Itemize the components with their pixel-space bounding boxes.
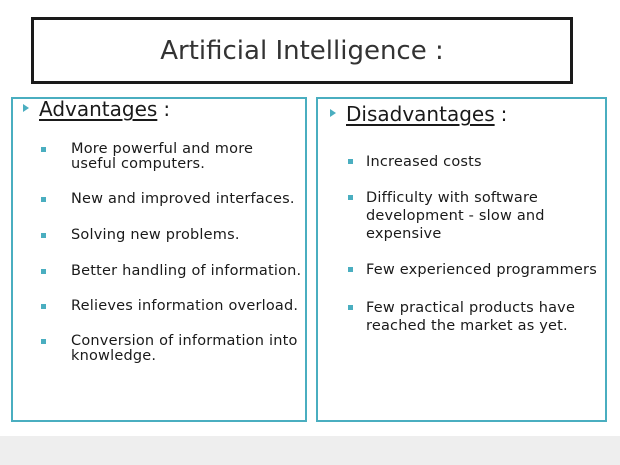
square-bullet-icon [41, 233, 46, 238]
list-item-text: Solving new problems. [71, 227, 240, 243]
list-item-text: Difficulty with software development - s… [366, 190, 545, 242]
disadvantages-heading: Disadvantages : [330, 102, 507, 126]
list-item-text: Few practical products have reached the … [366, 300, 576, 334]
advantages-heading-text: Advantages [39, 97, 158, 121]
advantages-panel: Advantages : More powerful and more usef… [11, 97, 307, 422]
arrow-bullet-icon [23, 104, 29, 112]
list-item: Few practical products have reached the … [348, 299, 598, 335]
square-bullet-icon [41, 147, 46, 152]
list-item-text: New and improved interfaces. [71, 191, 295, 207]
list-item: More powerful and more useful computers. [41, 142, 303, 172]
advantages-heading-colon: : [163, 97, 171, 121]
list-item: Few experienced programmers [348, 261, 598, 279]
square-bullet-icon [348, 159, 353, 164]
list-item-text: Few experienced programmers [366, 262, 597, 278]
list-item: Conversion of information into knowledge… [41, 334, 303, 364]
square-bullet-icon [41, 339, 46, 344]
arrow-bullet-icon [330, 109, 336, 117]
square-bullet-icon [348, 305, 353, 310]
list-item-text: Better handling of information. [71, 263, 302, 279]
list-item: Difficulty with software development - s… [348, 189, 598, 243]
list-item: Relieves information overload. [41, 299, 303, 314]
list-item-text: More powerful and more useful computers. [71, 141, 254, 172]
list-item: Increased costs [348, 153, 598, 171]
list-item: Solving new problems. [41, 228, 303, 243]
square-bullet-icon [41, 197, 46, 202]
list-item: New and improved interfaces. [41, 192, 303, 207]
list-item-text: Conversion of information into knowledge… [71, 333, 298, 364]
disadvantages-list: Increased costs Difficulty with software… [348, 153, 598, 335]
disadvantages-heading-colon: : [500, 102, 508, 126]
disadvantages-heading-text: Disadvantages [346, 102, 495, 126]
advantages-heading: Advantages : [23, 97, 170, 121]
list-item: Better handling of information. [41, 264, 303, 279]
list-item-text: Increased costs [366, 154, 482, 170]
list-item-text: Relieves information overload. [71, 298, 299, 314]
advantages-list: More powerful and more useful computers.… [41, 142, 303, 364]
title-box: Artificial Intelligence : [31, 17, 573, 84]
square-bullet-icon [41, 304, 46, 309]
disadvantages-panel: Disadvantages : Increased costs Difficul… [316, 97, 607, 422]
square-bullet-icon [348, 267, 353, 272]
slide-title: Artificial Intelligence : [160, 35, 444, 66]
square-bullet-icon [41, 269, 46, 274]
square-bullet-icon [348, 195, 353, 200]
footer-band [0, 436, 620, 465]
